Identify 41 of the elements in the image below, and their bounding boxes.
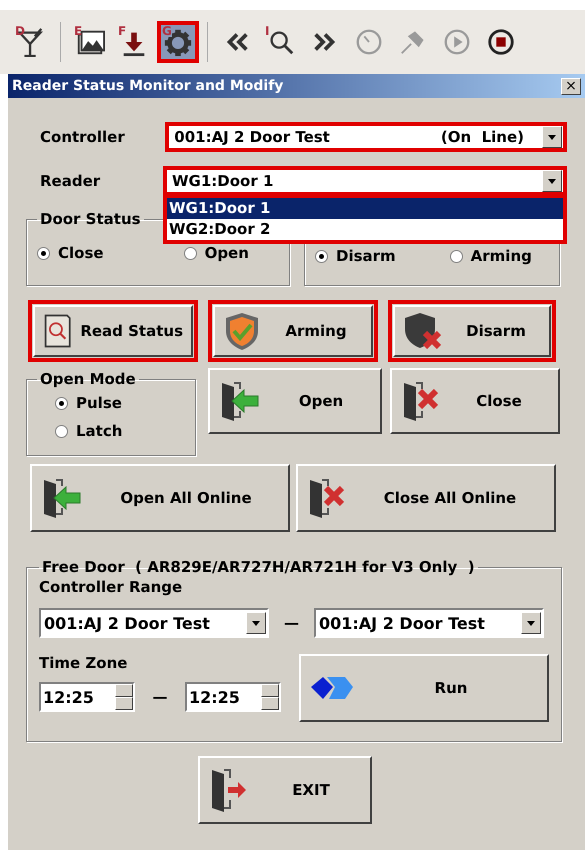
open-button[interactable]: Open	[208, 368, 382, 434]
radio-label: Disarm	[336, 247, 396, 265]
exit-button[interactable]: EXIT	[198, 756, 372, 824]
field-label: Controller Range	[39, 578, 182, 596]
range-end-dropdown[interactable]: 001:AJ 2 Door Test	[314, 608, 544, 638]
dropdown-option[interactable]: WG1:Door 1	[167, 198, 563, 219]
controller-dropdown[interactable]: 001:AJ 2 Door Test (On Line)	[165, 122, 567, 152]
toolbar-button[interactable]: E	[69, 21, 111, 63]
radio-label: Close	[58, 244, 104, 262]
read-status-button[interactable]: Read Status	[33, 305, 193, 357]
range-start-dropdown[interactable]: 001:AJ 2 Door Test	[39, 608, 269, 638]
arming-button[interactable]: Arming	[213, 305, 373, 357]
group-title: Door Status	[39, 210, 142, 228]
hotkey-letter: G	[162, 25, 172, 37]
hotkey-letter: E	[74, 25, 82, 37]
close-button[interactable]: Close	[390, 368, 560, 434]
range-separator: —	[283, 614, 300, 632]
time-field[interactable]: 12:25	[39, 682, 135, 712]
field-label: Reader	[39, 172, 102, 190]
field-label: Time Zone	[39, 654, 128, 672]
time-separator: —	[152, 688, 168, 706]
toolbar-button[interactable]: I	[260, 21, 302, 63]
close-button[interactable]: ×	[561, 78, 581, 94]
run-button[interactable]: Run	[299, 654, 549, 722]
toolbar-button[interactable]: F	[113, 21, 155, 63]
hotkey-letter: I	[265, 25, 270, 37]
group-title: Open Mode	[39, 370, 137, 388]
radio-label: Latch	[76, 422, 122, 440]
radio-label: Arming	[470, 247, 532, 265]
reader-dropdown[interactable]: WG1:Door 1	[163, 166, 567, 196]
hotkey-letter: F	[118, 25, 126, 37]
group-title: Free Door ( AR829E/AR727H/AR721H for V3 Only )	[41, 558, 476, 576]
open-all-button[interactable]: Open All Online	[30, 464, 290, 532]
field-label: Controller	[39, 128, 126, 146]
disarm-button[interactable]: Disarm	[393, 305, 551, 357]
window-title: Reader Status Monitor and Modify	[12, 78, 284, 94]
close-all-button[interactable]: Close All Online	[296, 464, 556, 532]
dropdown-option[interactable]: WG2:Door 2	[167, 219, 563, 240]
time-field[interactable]: 12:25	[185, 682, 281, 712]
radio-label: Open	[204, 244, 249, 262]
radio-label: Pulse	[76, 394, 122, 412]
